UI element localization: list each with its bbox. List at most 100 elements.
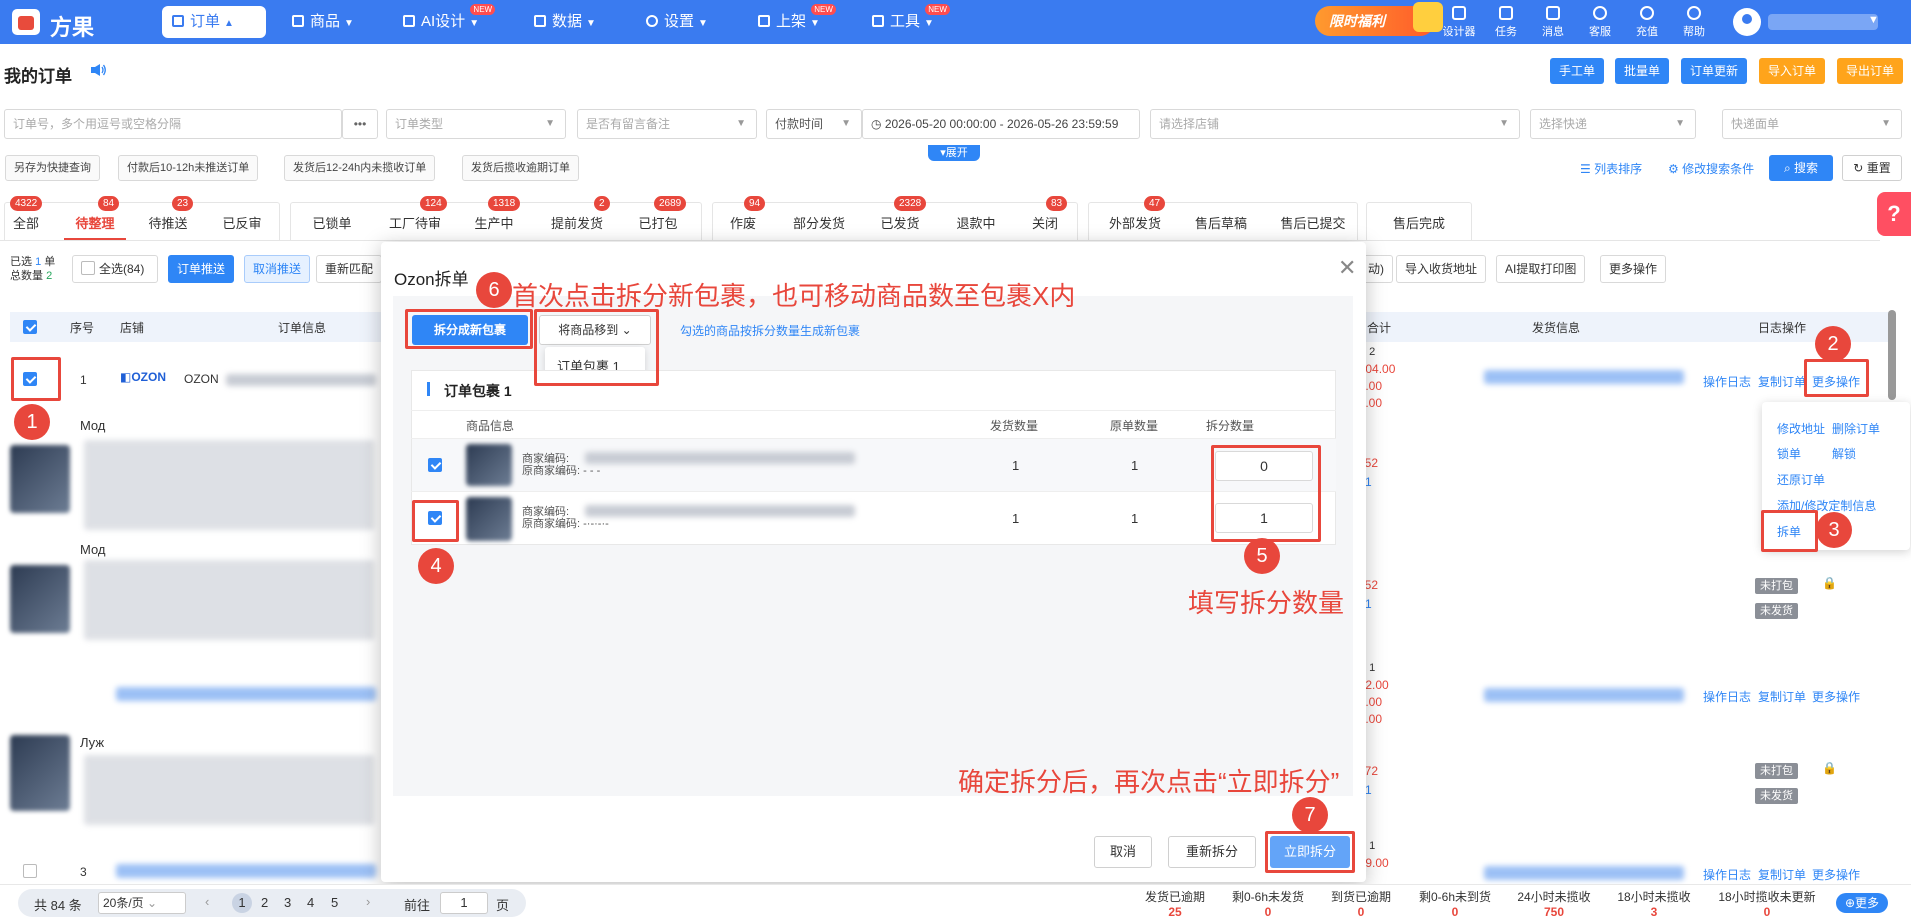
menu-lock-order[interactable]: 锁单 [1777,445,1801,462]
copy-order-link[interactable]: 复制订单 [1758,866,1806,883]
recharge-tool[interactable]: 充值 [1627,4,1667,39]
stat-24h-uncollected[interactable]: 24小时未揽收 750 [1512,888,1596,919]
resplit-button[interactable]: 重新拆分 [1168,836,1256,868]
speaker-icon[interactable] [90,63,106,77]
stat-arrival-overdue[interactable]: 到货已逾期 0 [1326,888,1396,919]
page-size-select[interactable]: 20条/页 ⌄ [98,892,186,914]
tab-partial-ship[interactable]: 部分发货 [784,208,854,240]
order-update-button[interactable]: 订单更新 [1681,58,1747,84]
nav-orders[interactable]: 订单 ▲ [162,6,266,38]
cancel-push-button[interactable]: 取消推送 [244,255,311,283]
row-checkbox[interactable] [23,864,37,878]
list-sort-button[interactable]: ☰ 列表排序 [1580,160,1642,177]
goto-page-input[interactable]: 1 [440,892,488,914]
shop-select[interactable]: 请选择店铺 ▼ [1150,109,1520,139]
tab-in-production[interactable]: 生产中 1318 [466,196,522,240]
avatar[interactable] [1733,8,1761,36]
time-type-select[interactable]: 付款时间 ▼ [766,109,862,139]
order-type-select[interactable]: 订单类型 ▼ [386,109,566,139]
copy-order-link[interactable]: 复制订单 [1758,688,1806,705]
nav-tools[interactable]: 工具 ▼ NEW [862,4,950,38]
page-4[interactable]: 4 [307,895,314,910]
order-number-input[interactable]: 订单号，多个用逗号或空格分隔 [4,109,342,139]
stat-arrival-0-6h[interactable]: 剩0-6h未到货 0 [1412,888,1498,919]
lock-icon[interactable]: 🔒 [1822,761,1837,775]
tab-shipped[interactable]: 已发货 2328 [872,196,928,240]
lock-icon[interactable]: 🔒 [1822,576,1837,590]
split-hint-link[interactable]: 勾选的商品按拆分数量生成新包裹 [680,322,860,339]
expand-filters-button[interactable]: ▾展开 [928,145,980,161]
tab-locked[interactable]: 已锁单 [304,208,360,240]
menu-edit-address[interactable]: 修改地址 [1777,420,1825,437]
header-checkbox[interactable] [23,320,37,334]
stat-18h-uncollected[interactable]: 18小时未揽收 3 [1612,888,1696,919]
stat-ship-overdue[interactable]: 发货已逾期 25 [1140,888,1210,919]
export-orders-button[interactable]: 导出订单 [1837,58,1903,84]
tab-void[interactable]: 作废 94 [722,196,766,240]
user-chevron-down-icon[interactable]: ▼ [1868,14,1879,26]
stat-18h-not-updated[interactable]: 18小时揽收未更新 0 [1712,888,1822,919]
quick-filter-uncollected[interactable]: 发货后12-24h内未揽收订单 [284,155,436,181]
more-ellipsis-icon[interactable]: ••• [342,109,378,139]
tab-factory-review[interactable]: 工厂待审 124 [380,196,450,240]
rematch-button[interactable]: 重新匹配 [316,255,383,283]
tab-early-ship[interactable]: 提前发货 2 [542,196,612,240]
tab-refunding[interactable]: 退款中 [948,208,1004,240]
promo-banner[interactable]: 限时福利 [1315,2,1443,36]
menu-unlock[interactable]: 解锁 [1832,445,1856,462]
tab-pending-push[interactable]: 待推送 23 [140,196,196,240]
express-sheet-select[interactable]: 快递面单 ▼ [1722,109,1902,139]
tab-aftersale-submitted[interactable]: 售后已提交 [1272,208,1354,240]
page-5[interactable]: 5 [331,895,338,910]
task-tool[interactable]: 任务 [1486,4,1526,39]
quick-filter-overdue[interactable]: 发货后揽收逾期订单 [462,155,579,181]
more-ops-link[interactable]: 更多操作 [1812,866,1860,883]
nav-products[interactable]: 商品 ▼ [282,6,364,38]
tab-closed[interactable]: 关闭 83 [1024,196,1068,240]
tab-external-ship[interactable]: 外部发货 47 [1100,196,1170,240]
tab-aftersale-done[interactable]: 售后完成 [1384,208,1454,240]
op-log-link[interactable]: 操作日志 [1703,373,1751,390]
help-question-icon[interactable]: ? [1877,192,1911,236]
tab-pending-arrange[interactable]: 待整理 84 [64,196,126,240]
tab-aftersale-draft[interactable]: 售后草稿 [1186,208,1256,240]
table-scrollbar[interactable] [1888,310,1896,400]
support-tool[interactable]: 客服 [1580,4,1620,39]
next-page-icon[interactable]: › [366,894,370,909]
ai-print-button[interactable]: AI提取打印图 [1496,255,1586,283]
copy-order-link[interactable]: 复制订单 [1758,373,1806,390]
select-all-checkbox[interactable]: 全选(84) [72,255,158,283]
nav-data[interactable]: 数据 ▼ [524,6,606,38]
search-button[interactable]: ⌕ 搜索 [1769,155,1833,181]
stat-ship-0-6h[interactable]: 剩0-6h未发货 0 [1226,888,1310,919]
item-checkbox[interactable] [428,458,442,472]
help-tool[interactable]: 帮助 [1674,4,1714,39]
prev-page-icon[interactable]: ‹ [205,894,209,909]
menu-delete-order[interactable]: 删除订单 [1832,420,1880,437]
import-address-button[interactable]: 导入收货地址 [1396,255,1487,283]
more-actions-button[interactable]: 更多操作 [1600,255,1667,283]
tab-packed[interactable]: 已打包 2689 [630,196,687,240]
batch-order-button[interactable]: 批量单 [1615,58,1669,84]
message-tool[interactable]: 消息 [1533,4,1573,39]
reset-button[interactable]: ↻ 重置 [1842,155,1902,181]
tab-reverse-reviewed[interactable]: 已反审 [214,208,270,240]
page-1[interactable]: 1 [232,893,252,913]
more-stats-button[interactable]: ⊕更多 [1836,893,1888,913]
page-3[interactable]: 3 [284,895,291,910]
nav-listing[interactable]: 上架 ▼ NEW [748,4,836,38]
manual-order-button[interactable]: 手工单 [1550,58,1604,84]
order-push-button[interactable]: 订单推送 [168,255,235,283]
quick-filter-unpushed[interactable]: 付款后10-12h未推送订单 [118,155,259,181]
date-range-picker[interactable]: ◷ 2026-05-20 00:00:00 - 2026-05-26 23:59… [862,109,1140,139]
menu-restore-order[interactable]: 还原订单 [1777,471,1825,488]
edit-conditions-button[interactable]: ⚙ 修改搜索条件 [1668,160,1754,177]
save-quick-query-button[interactable]: 另存为快捷查询 [5,155,100,181]
import-orders-button[interactable]: 导入订单 [1759,58,1825,84]
cancel-button[interactable]: 取消 [1094,836,1152,868]
nav-settings[interactable]: 设置 ▼ [636,6,718,38]
nav-ai-design[interactable]: AI设计 ▼ NEW [393,4,496,38]
express-select[interactable]: 选择快递 ▼ [1530,109,1696,139]
op-log-link[interactable]: 操作日志 [1703,688,1751,705]
remark-select[interactable]: 是否有留言备注 ▼ [577,109,757,139]
